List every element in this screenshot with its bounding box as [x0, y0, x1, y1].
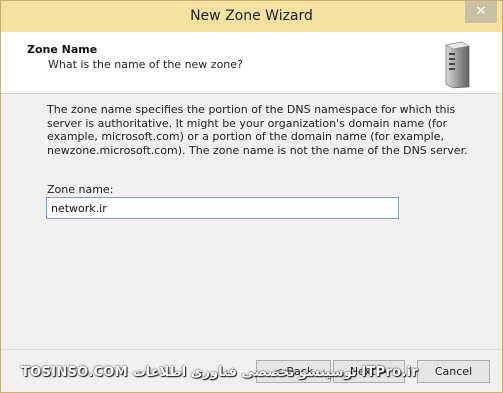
wizard-content: The zone name specifies the portion of t… [1, 94, 502, 349]
zone-name-label: Zone name: [47, 183, 114, 196]
footer-divider [1, 349, 502, 350]
watermark: TOSINSO.COM توسینسو تخصصی فناوری اطلاعات… [21, 365, 419, 380]
close-button[interactable]: ✕ [465, 1, 497, 23]
cancel-button[interactable]: Cancel [417, 360, 490, 383]
window-title: New Zone Wizard [190, 8, 313, 24]
title-bar[interactable]: New Zone Wizard ✕ [1, 1, 502, 32]
close-icon: ✕ [475, 4, 487, 19]
zone-name-input[interactable] [46, 197, 399, 219]
server-icon [445, 41, 470, 89]
page-title: Zone Name [27, 43, 98, 56]
wizard-header: Zone Name What is the name of the new zo… [1, 32, 502, 94]
page-subtitle: What is the name of the new zone? [48, 58, 243, 71]
wizard-window: New Zone Wizard ✕ Zone Name What is the … [0, 0, 503, 393]
zone-description: The zone name specifies the portion of t… [47, 103, 468, 157]
